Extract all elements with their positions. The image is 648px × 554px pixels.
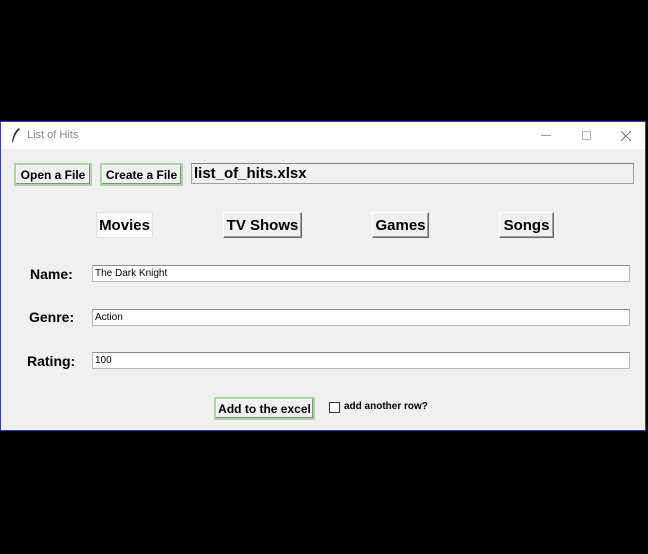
- app-window: List of Hits Open a File Create a File l…: [0, 121, 646, 431]
- minimize-button[interactable]: [526, 122, 566, 149]
- open-file-button[interactable]: Open a File: [14, 163, 92, 186]
- filename-display: list_of_hits.xlsx: [191, 163, 634, 184]
- genre-field[interactable]: Action: [92, 309, 630, 326]
- window-title: List of Hits: [27, 129, 79, 141]
- tab-tv-shows[interactable]: TV Shows: [223, 212, 302, 238]
- tab-games[interactable]: Games: [372, 212, 429, 238]
- rating-field[interactable]: 100: [92, 352, 630, 369]
- genre-label: Genre:: [29, 309, 75, 325]
- maximize-button[interactable]: [566, 122, 606, 149]
- tab-movies[interactable]: Movies: [96, 212, 153, 238]
- name-label: Name:: [30, 266, 73, 282]
- title-bar[interactable]: List of Hits: [1, 122, 645, 149]
- feather-icon: [12, 128, 20, 142]
- close-button[interactable]: [606, 122, 646, 149]
- name-field[interactable]: The Dark Knight: [92, 265, 630, 282]
- minimize-icon: [541, 135, 551, 136]
- tab-songs[interactable]: Songs: [499, 212, 554, 238]
- create-file-button[interactable]: Create a File: [100, 163, 183, 186]
- rating-label: Rating:: [27, 353, 76, 369]
- add-to-excel-button[interactable]: Add to the excel: [214, 397, 315, 420]
- add-another-row-checkbox[interactable]: [329, 402, 340, 413]
- maximize-icon: [581, 131, 591, 140]
- add-another-row-label: add another row?: [344, 401, 428, 412]
- close-icon: [621, 130, 631, 141]
